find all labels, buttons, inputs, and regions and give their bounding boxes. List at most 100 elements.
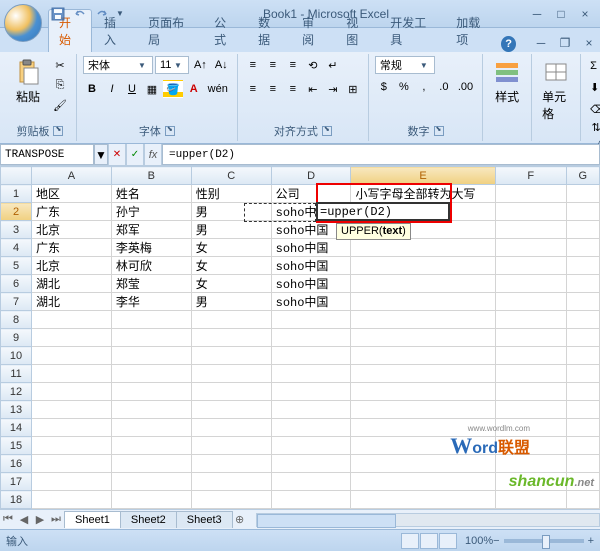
cell-D14[interactable] (271, 419, 351, 437)
cell-D11[interactable] (271, 365, 351, 383)
cell-F6[interactable] (495, 275, 566, 293)
cell-A8[interactable] (32, 311, 112, 329)
cell-D18[interactable] (271, 491, 351, 509)
cell-B7[interactable]: 李华 (111, 293, 191, 311)
col-header-D[interactable]: D (271, 167, 351, 185)
cell-C11[interactable] (191, 365, 271, 383)
cell-F12[interactable] (495, 383, 566, 401)
cell-E7[interactable] (351, 293, 495, 311)
cell-B4[interactable]: 李英梅 (111, 239, 191, 257)
cell-C16[interactable] (191, 455, 271, 473)
autosum-icon[interactable]: Σ ▾ (587, 56, 600, 74)
cell-A11[interactable] (32, 365, 112, 383)
maximize-button[interactable]: □ (550, 5, 572, 23)
clear-icon[interactable]: ⌫ ▾ (587, 100, 600, 118)
row-header-9[interactable]: 9 (1, 329, 32, 347)
cell-B14[interactable] (111, 419, 191, 437)
col-header-A[interactable]: A (32, 167, 112, 185)
cell-A7[interactable]: 湖北 (32, 293, 112, 311)
border-icon[interactable]: ▦ (143, 80, 161, 98)
row-header-5[interactable]: 5 (1, 257, 32, 275)
doc-restore-button[interactable]: ❐ (554, 34, 576, 52)
cell-A5[interactable]: 北京 (32, 257, 112, 275)
font-name-dropdown[interactable]: 宋体▼ (83, 56, 153, 74)
cells-button[interactable]: 单元格 (538, 56, 574, 124)
help-icon[interactable]: ? (501, 36, 516, 52)
orientation-icon[interactable]: ⟲ (304, 56, 322, 74)
row-header-17[interactable]: 17 (1, 473, 32, 491)
zoom-out-icon[interactable]: − (493, 535, 499, 547)
sheet-tab-1[interactable]: Sheet1 (64, 511, 121, 528)
cell-C18[interactable] (191, 491, 271, 509)
cell-A12[interactable] (32, 383, 112, 401)
fill-color-icon[interactable]: 🪣 (163, 80, 183, 98)
cell-G8[interactable] (566, 311, 599, 329)
cell-B6[interactable]: 郑莹 (111, 275, 191, 293)
cell-D5[interactable]: soho中国 (271, 257, 351, 275)
cell-E18[interactable] (351, 491, 495, 509)
styles-button[interactable]: 样式 (489, 56, 525, 107)
sheet-tab-3[interactable]: Sheet3 (176, 511, 233, 528)
tab-review[interactable]: 审阅 (292, 10, 334, 52)
fx-icon[interactable]: fx (144, 144, 162, 165)
row-header-12[interactable]: 12 (1, 383, 32, 401)
font-launcher-icon[interactable] (165, 126, 175, 136)
row-header-10[interactable]: 10 (1, 347, 32, 365)
cell-A4[interactable]: 广东 (32, 239, 112, 257)
tab-data[interactable]: 数据 (248, 10, 290, 52)
office-button[interactable] (4, 4, 42, 42)
cell-D8[interactable] (271, 311, 351, 329)
cell-E5[interactable] (351, 257, 495, 275)
cell-B13[interactable] (111, 401, 191, 419)
align-middle-icon[interactable]: ≡ (264, 56, 282, 74)
cell-G4[interactable] (566, 239, 599, 257)
cell-A17[interactable] (32, 473, 112, 491)
cell-B17[interactable] (111, 473, 191, 491)
view-layout-icon[interactable] (420, 533, 438, 549)
cell-B11[interactable] (111, 365, 191, 383)
cell-G2[interactable] (566, 203, 599, 221)
cell-C4[interactable]: 女 (191, 239, 271, 257)
paste-button[interactable]: 粘贴 (10, 56, 46, 107)
copy-icon[interactable]: ⎘ (50, 76, 70, 94)
decrease-decimal-icon[interactable]: .00 (455, 78, 476, 96)
row-header-18[interactable]: 18 (1, 491, 32, 509)
cell-E13[interactable] (351, 401, 495, 419)
cell-F8[interactable] (495, 311, 566, 329)
currency-icon[interactable]: $ (375, 78, 393, 96)
cell-B8[interactable] (111, 311, 191, 329)
tab-addin[interactable]: 加载项 (446, 10, 499, 52)
col-header-G[interactable]: G (566, 167, 599, 185)
cell-A15[interactable] (32, 437, 112, 455)
number-launcher-icon[interactable] (434, 126, 444, 136)
undo-icon[interactable] (72, 6, 88, 22)
cell-D10[interactable] (271, 347, 351, 365)
cell-A1[interactable]: 地区 (32, 185, 112, 203)
row-header-15[interactable]: 15 (1, 437, 32, 455)
cell-F4[interactable] (495, 239, 566, 257)
tab-formula[interactable]: 公式 (204, 10, 246, 52)
increase-indent-icon[interactable]: ⇥ (324, 80, 342, 98)
decrease-indent-icon[interactable]: ⇤ (304, 80, 322, 98)
formula-input[interactable]: =upper(D2) (162, 144, 600, 165)
cell-A13[interactable] (32, 401, 112, 419)
tab-nav-next-icon[interactable]: ▶ (32, 513, 48, 526)
col-header-C[interactable]: C (191, 167, 271, 185)
cell-C12[interactable] (191, 383, 271, 401)
cell-D12[interactable] (271, 383, 351, 401)
cell-F5[interactable] (495, 257, 566, 275)
row-header-14[interactable]: 14 (1, 419, 32, 437)
row-header-11[interactable]: 11 (1, 365, 32, 383)
align-right-icon[interactable]: ≡ (284, 80, 302, 98)
cell-F7[interactable] (495, 293, 566, 311)
cell-G13[interactable] (566, 401, 599, 419)
tab-layout[interactable]: 页面布局 (138, 10, 202, 52)
cell-F3[interactable] (495, 221, 566, 239)
clipboard-launcher-icon[interactable] (53, 126, 63, 136)
font-color-icon[interactable]: A (185, 80, 203, 98)
bold-button[interactable]: B (83, 80, 101, 98)
cell-G6[interactable] (566, 275, 599, 293)
cell-B10[interactable] (111, 347, 191, 365)
align-left-icon[interactable]: ≡ (244, 80, 262, 98)
row-header-2[interactable]: 2 (1, 203, 32, 221)
